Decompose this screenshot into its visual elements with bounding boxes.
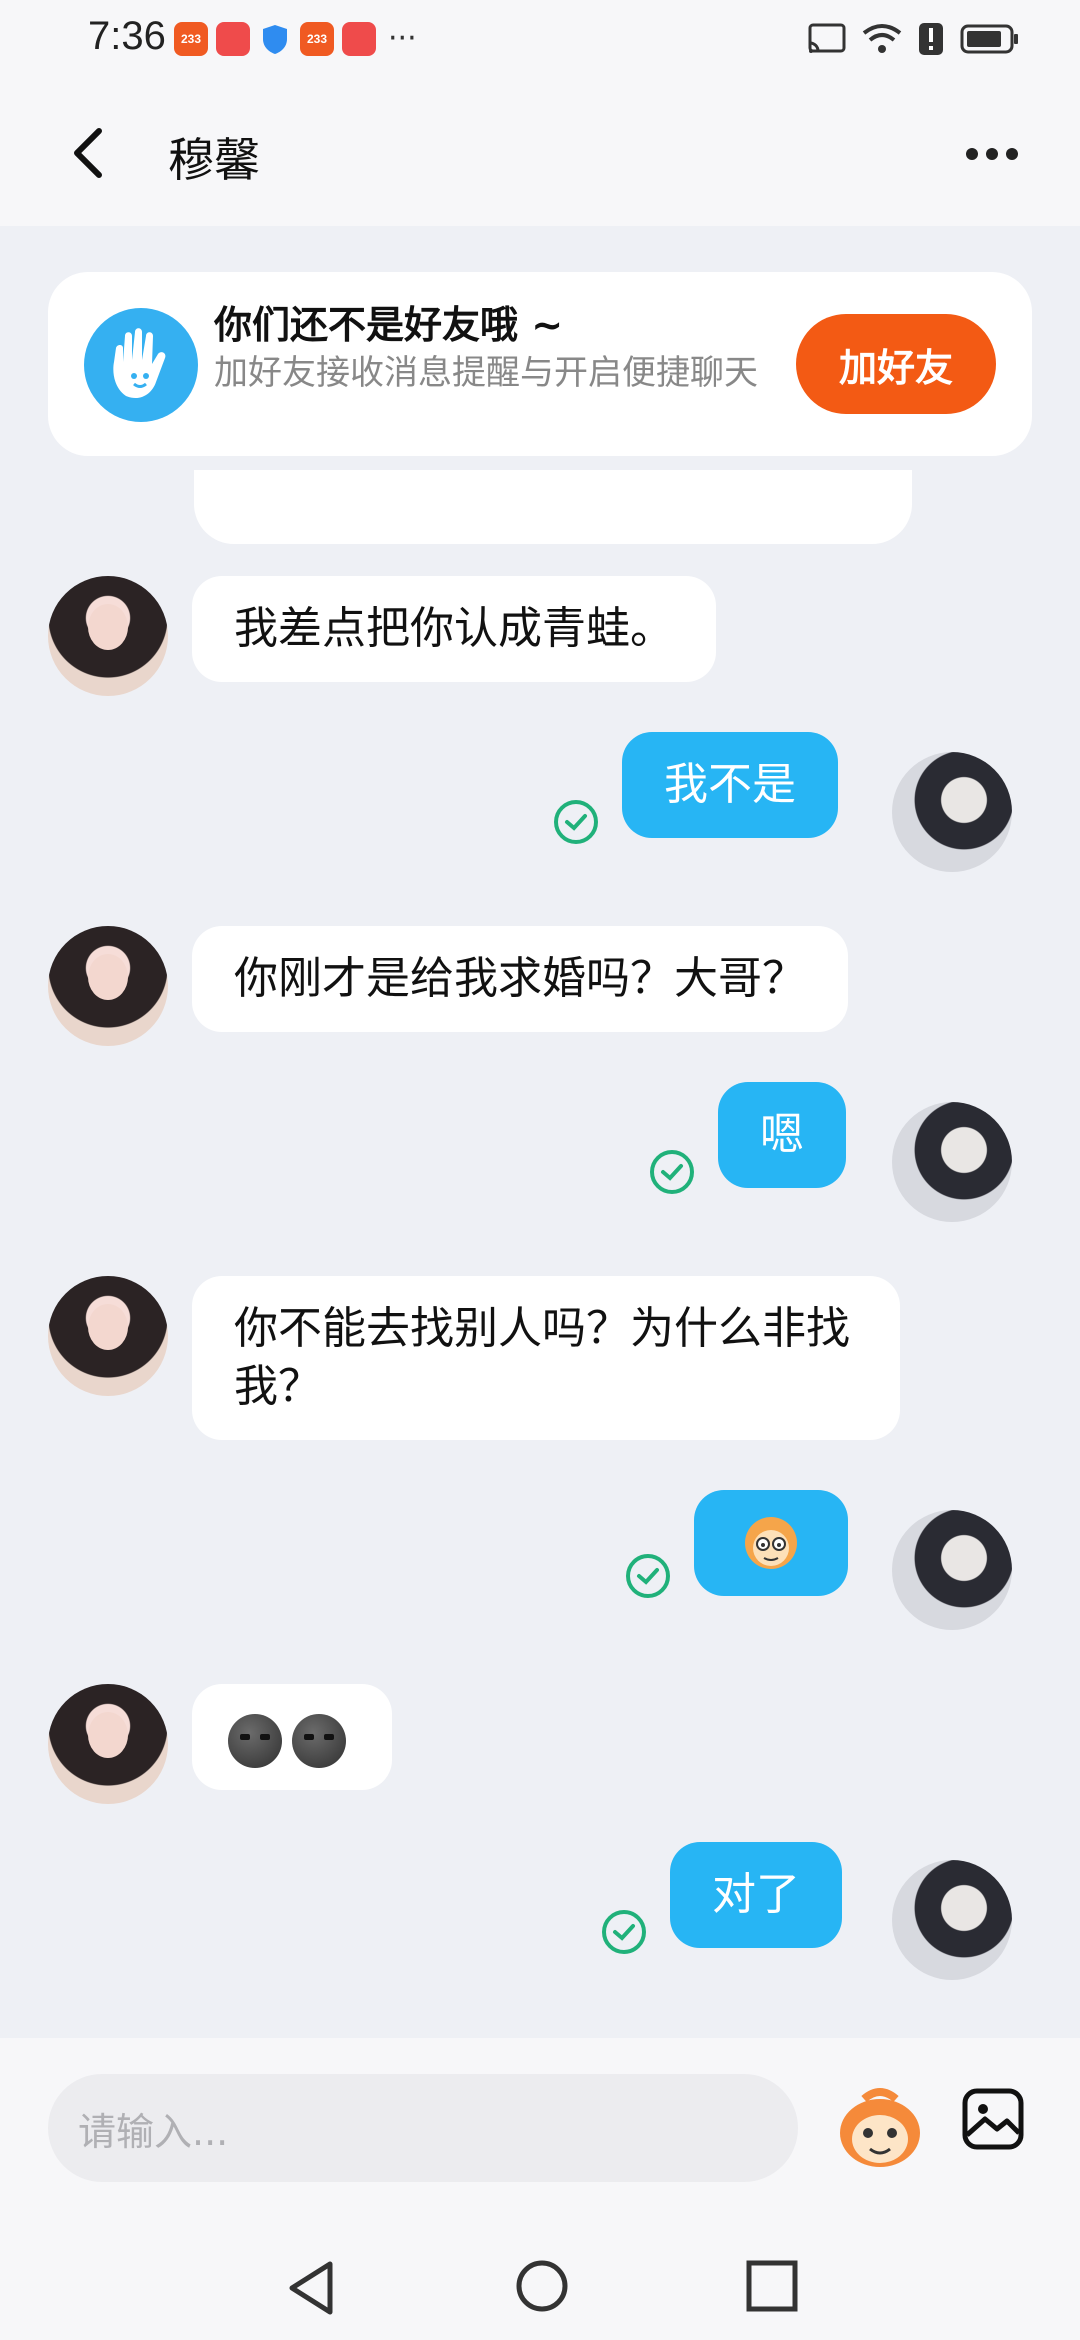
incoming-message[interactable]: 你不能去找别人吗？为什么非找我？ — [192, 1276, 900, 1440]
incoming-message[interactable]: 你刚才是给我求婚吗？大哥？ — [192, 926, 848, 1032]
read-check-icon — [554, 800, 598, 844]
outgoing-sticker-message[interactable] — [694, 1490, 848, 1596]
sticker-button[interactable] — [834, 2082, 926, 2174]
read-check-icon — [650, 1150, 694, 1194]
more-notifications-icon: ··· — [388, 21, 417, 56]
contact-avatar[interactable] — [48, 576, 168, 696]
huawei-app-icon — [216, 22, 250, 56]
my-avatar[interactable] — [892, 1510, 1012, 1630]
my-avatar[interactable] — [892, 1102, 1012, 1222]
incoming-emoji-message[interactable] — [192, 1684, 392, 1790]
app-233-icon: 233 — [300, 22, 334, 56]
hand-wave-icon — [84, 308, 198, 422]
smirk-emoji-icon — [292, 1714, 346, 1768]
notification-icons: 233 233 ··· — [174, 22, 417, 56]
banner-subtitle: 加好友接收消息提醒与开启便捷聊天 — [214, 353, 758, 393]
incoming-message[interactable]: 我差点把你认成青蛙。 — [192, 576, 716, 682]
more-dot-icon — [1006, 148, 1018, 160]
alert-icon — [919, 23, 943, 55]
battery-icon — [960, 24, 1018, 54]
banner-title: 你们还不是好友哦 ~ — [214, 303, 564, 347]
read-check-icon — [626, 1554, 670, 1598]
message-list[interactable]: 我差点把你认成青蛙。 我不是 你刚才是给我求婚吗？大哥？ 嗯 你不能去找别人吗？… — [0, 470, 1080, 2038]
monkey-mascot-icon — [840, 2088, 920, 2167]
add-friend-banner: 你们还不是好友哦 ~ 加好友接收消息提醒与开启便捷聊天 加好友 — [48, 272, 1032, 456]
read-check-icon — [602, 1910, 646, 1954]
outgoing-message[interactable]: 我不是 — [622, 732, 838, 838]
image-icon — [962, 2088, 1024, 2150]
shield-icon — [258, 22, 292, 56]
my-avatar[interactable] — [892, 1860, 1012, 1980]
nav-home-icon[interactable] — [514, 2258, 570, 2314]
partial-message-bubble — [194, 470, 912, 544]
app-233-icon: 233 — [174, 22, 208, 56]
nav-back-icon[interactable] — [284, 2258, 340, 2318]
image-button[interactable] — [960, 2086, 1026, 2152]
nav-recent-apps-icon[interactable] — [744, 2258, 800, 2314]
contact-name: 穆馨 — [168, 133, 260, 187]
my-avatar[interactable] — [892, 752, 1012, 872]
status-time: 7:36 — [88, 14, 166, 58]
back-button[interactable] — [54, 118, 124, 188]
contact-avatar[interactable] — [48, 926, 168, 1046]
system-nav-bar — [0, 2238, 1080, 2340]
more-options-button[interactable] — [952, 124, 1032, 184]
back-arrow-icon — [74, 128, 102, 178]
system-icons — [808, 22, 1020, 56]
smirk-emoji-icon — [228, 1714, 282, 1768]
huawei-app-icon — [342, 22, 376, 56]
input-bar: 请输入... — [0, 2038, 1080, 2238]
wifi-icon — [862, 24, 902, 53]
contact-avatar[interactable] — [48, 1276, 168, 1396]
add-friend-button[interactable]: 加好友 — [796, 314, 996, 414]
message-input[interactable]: 请输入... — [48, 2074, 798, 2182]
more-dot-icon — [986, 148, 998, 160]
monkey-sticker-icon — [745, 1517, 797, 1569]
cast-icon — [808, 23, 846, 53]
outgoing-message[interactable]: 嗯 — [718, 1082, 846, 1188]
more-dot-icon — [966, 148, 978, 160]
chat-header: 穆馨 — [0, 84, 1080, 226]
contact-avatar[interactable] — [48, 1684, 168, 1804]
status-bar: 7:36 233 233 ··· — [0, 0, 1080, 84]
outgoing-message[interactable]: 对了 — [670, 1842, 842, 1948]
